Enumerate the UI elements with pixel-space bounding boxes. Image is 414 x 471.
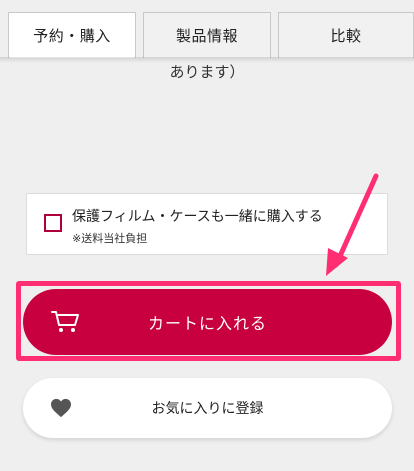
add-to-favorites-button[interactable]: お気に入りに登録 bbox=[23, 378, 392, 438]
heart-icon bbox=[51, 398, 71, 418]
tab-compare[interactable]: 比較 bbox=[278, 12, 414, 58]
add-to-cart-button[interactable]: カートに入れる bbox=[23, 289, 392, 355]
product-tabs: 予約・購入 製品情報 比較 bbox=[8, 12, 414, 58]
add-to-cart-label: カートに入れる bbox=[147, 314, 267, 333]
add-to-favorites-label: お気に入りに登録 bbox=[151, 401, 264, 417]
note-text: あります） bbox=[169, 63, 245, 81]
shipping-note: ※送料当社負担 bbox=[72, 232, 148, 245]
accessory-option-label: 保護フィルム・ケースも一緒に購入する bbox=[72, 209, 323, 225]
tab-label: 予約・購入 bbox=[33, 27, 111, 45]
cart-icon bbox=[51, 311, 79, 332]
tab-product-info[interactable]: 製品情報 bbox=[143, 12, 271, 58]
accessory-option[interactable]: 保護フィルム・ケースも一緒に購入する ※送料当社負担 bbox=[26, 193, 388, 255]
tab-reserve-purchase[interactable]: 予約・購入 bbox=[8, 12, 136, 58]
tab-label: 比較 bbox=[330, 27, 362, 45]
tab-label: 製品情報 bbox=[175, 27, 238, 45]
accessory-checkbox[interactable] bbox=[44, 214, 62, 232]
